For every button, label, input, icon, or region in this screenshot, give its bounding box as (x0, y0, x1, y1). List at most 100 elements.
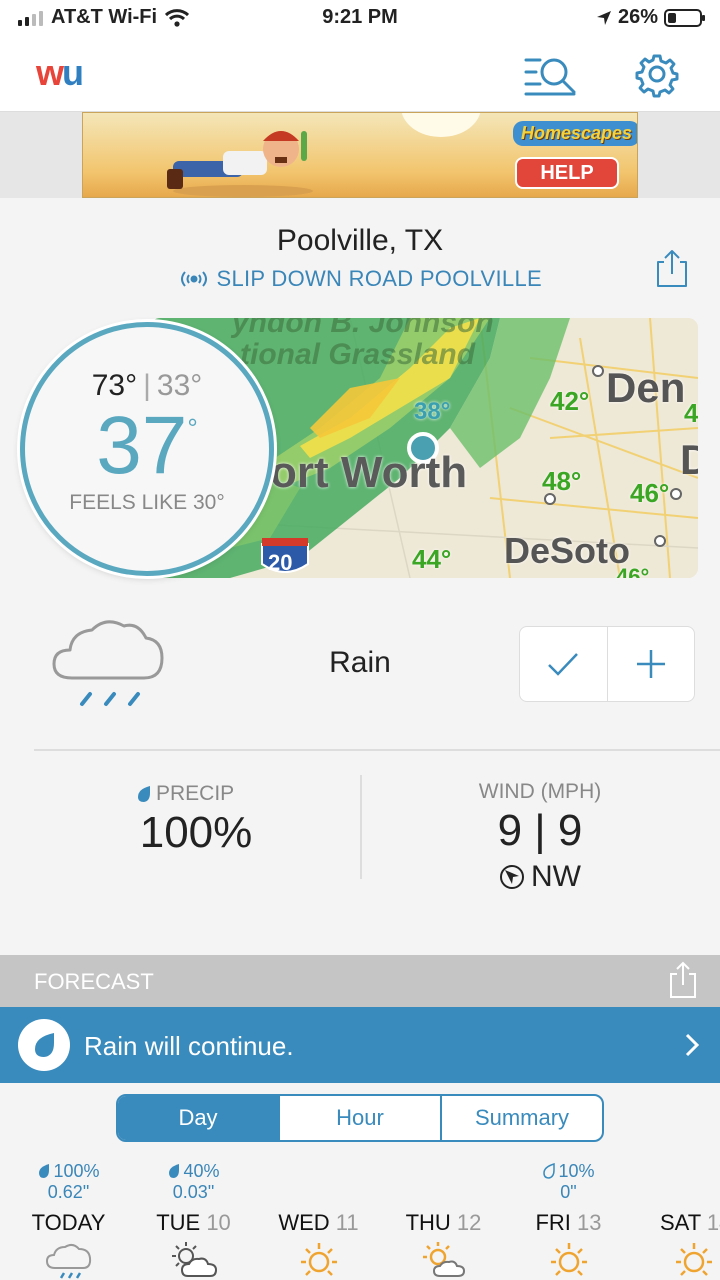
forecast-title: FORECAST (34, 969, 154, 994)
rain-cloud-icon (52, 620, 164, 706)
map-label-dallas: Den (606, 364, 686, 411)
sun-icon (676, 1243, 712, 1276)
location-title[interactable]: Poolville, TX (0, 224, 720, 258)
forecast-view-tabs: Day Hour Summary (116, 1094, 604, 1142)
raindrop-icon (138, 786, 150, 802)
day-today[interactable]: 100% 0.62" TODAY (6, 1160, 131, 1280)
high-temp: 73° (91, 369, 138, 402)
day-name: TUE (156, 1210, 201, 1235)
compass-arrow-icon (500, 865, 524, 889)
map-temp: 42° (550, 386, 590, 416)
current-temp: 37° (25, 399, 269, 493)
tab-summary[interactable]: Summary (440, 1096, 602, 1140)
forecast-header: FORECAST (0, 955, 720, 1007)
daily-forecast-strip: 100% 0.62" TODAY 40% 0.03" TUE 10 WED 11… (0, 1160, 720, 1280)
day-name: WED (278, 1210, 330, 1235)
day-precip: 100% (53, 1160, 100, 1181)
day-name: FRI (535, 1210, 571, 1235)
day-number: 12 (456, 1210, 482, 1235)
map-temp: 46° (616, 564, 650, 578)
day-precip-amount: 0.62" (47, 1182, 90, 1202)
day-number: 13 (577, 1210, 602, 1235)
degree-symbol: ° (187, 413, 198, 443)
condition-text: Rain (329, 646, 391, 679)
map-label-grassland-1: yndon B. Johnson (232, 318, 494, 339)
station-name[interactable]: SLIP DOWN ROAD POOLVILLE (0, 266, 720, 292)
divider (34, 749, 720, 751)
partly-cloudy-icon (171, 1242, 217, 1277)
precip-label-text: PRECIP (156, 782, 235, 805)
battery-icon (664, 8, 705, 27)
day-fri[interactable]: 10% 0" FRI 13 (506, 1160, 631, 1280)
day-sat[interactable]: SAT 14 (631, 1160, 720, 1280)
broadcast-icon (181, 271, 208, 287)
status-bar: AT&T Wi-Fi 9:21 PM 26% (0, 0, 720, 34)
day-name: TODAY (31, 1210, 106, 1235)
rain-alert-banner[interactable]: Rain will continue. (0, 1007, 720, 1083)
location-arrow-icon (596, 10, 611, 25)
app-header: wu (0, 34, 720, 112)
tab-hour[interactable]: Hour (278, 1096, 440, 1140)
day-number: 11 (335, 1210, 359, 1235)
day-precip: 40% (183, 1160, 220, 1181)
wind-label: WIND (MPH) (478, 780, 602, 803)
ad-brand-logo: Homescapes (513, 121, 637, 146)
ad-sun (401, 113, 481, 137)
wind-direction: NW (440, 860, 640, 894)
forecast-share-icon[interactable] (668, 961, 698, 999)
map-temp: 48° (542, 466, 582, 496)
map-temp: 44° (412, 544, 452, 574)
day-wed[interactable]: WED 11 (256, 1160, 381, 1280)
day-name: THU (405, 1210, 451, 1235)
ad-banner[interactable]: Homescapes HELP (82, 112, 638, 198)
map-temp: 46° (630, 478, 670, 508)
raindrop-icon (169, 1164, 180, 1178)
map-highway-shield: 20 (268, 550, 293, 575)
day-precip: 10% (558, 1160, 595, 1181)
ad-character-illustration (167, 131, 313, 197)
day-number: 14 (706, 1210, 720, 1235)
vertical-divider (360, 775, 362, 879)
condition-feedback-group (519, 626, 695, 702)
wind-value: 9 | 9 (497, 806, 583, 855)
share-icon[interactable] (654, 248, 690, 288)
checkmark-icon (548, 653, 579, 676)
chevron-right-icon (685, 1033, 700, 1057)
ad-area: Homescapes HELP (0, 112, 720, 198)
day-thu[interactable]: THU 12 (381, 1160, 506, 1280)
day-precip-amount: 0.03" (172, 1182, 215, 1202)
gear-icon[interactable] (632, 50, 682, 98)
search-list-icon[interactable] (522, 50, 578, 98)
rain-cloud-icon (45, 1243, 91, 1279)
ad-help-button[interactable]: HELP (515, 157, 619, 189)
alert-text: Rain will continue. (84, 1031, 294, 1061)
day-name: SAT (660, 1210, 701, 1235)
plus-icon (636, 650, 665, 678)
raindrop-outline-icon (543, 1163, 556, 1179)
current-temp-value: 37 (96, 400, 188, 491)
precip-value: 100% (139, 808, 253, 857)
raindrop-icon (39, 1164, 50, 1178)
wind-direction-text: NW (531, 860, 581, 893)
day-number: 10 (206, 1210, 231, 1235)
current-temp-circle[interactable]: 73° | 33° 37° FEELS LIKE 30° (20, 322, 274, 576)
map-label-desoto: DeSoto (504, 530, 630, 571)
sun-icon (300, 1243, 337, 1276)
wu-logo[interactable]: wu (36, 52, 84, 94)
add-button[interactable] (606, 627, 695, 701)
partly-sunny-icon (422, 1242, 465, 1277)
day-tue[interactable]: 40% 0.03" TUE 10 (131, 1160, 256, 1280)
map-label-grassland-2: tional Grassland (240, 338, 476, 371)
map-label-d: D (680, 436, 698, 483)
battery-percent: 26% (617, 6, 658, 28)
precip-label: PRECIP (136, 782, 258, 806)
day-precip-amount: 0" (560, 1182, 577, 1202)
low-temp: 33° (156, 369, 203, 402)
confirm-button[interactable] (520, 627, 607, 701)
station-label: SLIP DOWN ROAD POOLVILLE (216, 266, 542, 291)
sun-icon (550, 1243, 587, 1276)
tab-day[interactable]: Day (118, 1096, 278, 1140)
hi-lo-temps: 73° | 33° (91, 369, 203, 402)
feels-like: FEELS LIKE 30° (69, 491, 225, 514)
raindrop-icon (18, 1019, 70, 1071)
